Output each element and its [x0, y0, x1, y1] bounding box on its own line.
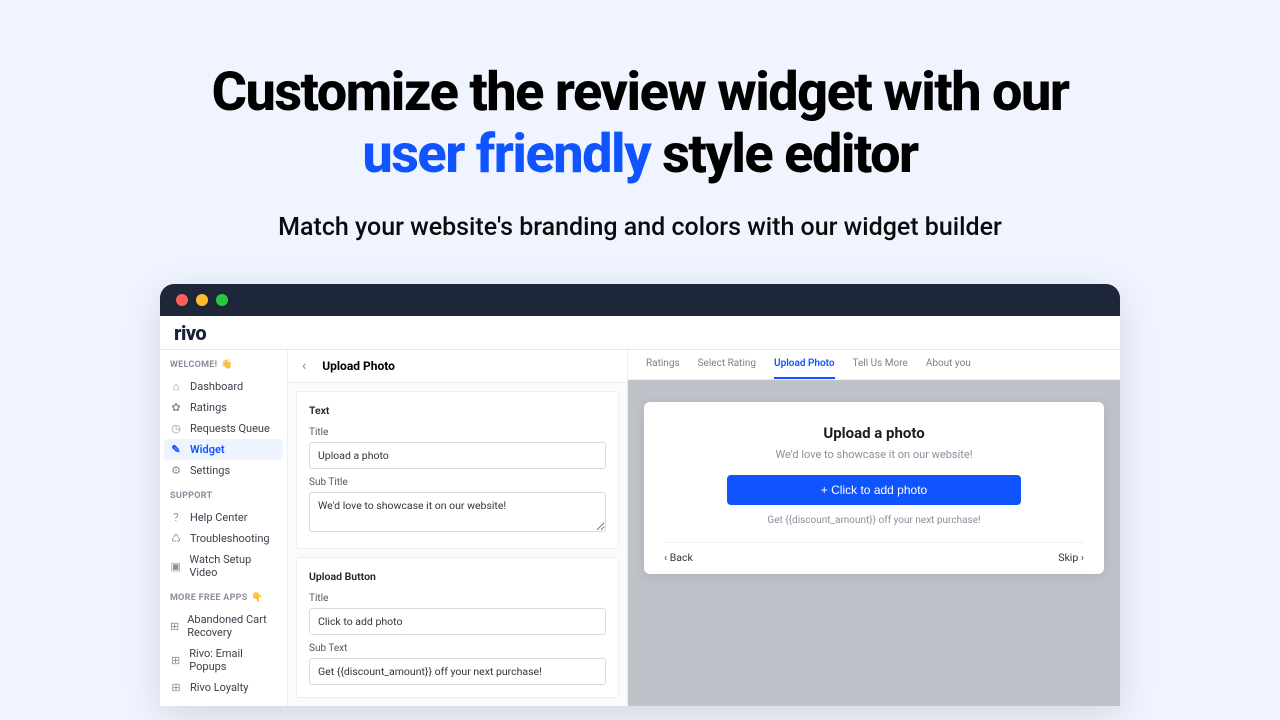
video-icon: ▣	[170, 560, 181, 573]
upload-button-card: Upload Button Title Sub Text	[296, 557, 619, 698]
gear-icon: ⚙	[170, 464, 182, 477]
tab-tell-us-more[interactable]: Tell Us More	[853, 350, 908, 379]
app-logo: rivo	[174, 321, 206, 345]
tab-select-rating[interactable]: Select Rating	[698, 350, 756, 379]
sidebar-section-welcome: WELCOME!👋	[160, 350, 287, 376]
hero-title-post: style editor	[662, 123, 918, 186]
pointer-icon: 👇	[252, 593, 264, 603]
title-field-label: Title	[309, 427, 606, 438]
tab-ratings[interactable]: Ratings	[646, 350, 680, 379]
button-title-input[interactable]	[309, 608, 606, 635]
button-subtext-field-label: Sub Text	[309, 643, 606, 654]
close-dot-icon[interactable]	[176, 294, 188, 306]
sidebar-item-ratings[interactable]: ✿Ratings	[160, 397, 287, 418]
app-window: rivo WELCOME!👋 ⌂Dashboard ✿Ratings ◷Requ…	[160, 284, 1120, 706]
hero-section: Customize the review widget with our use…	[0, 0, 1280, 242]
preview-pane: Ratings Select Rating Upload Photo Tell …	[628, 350, 1120, 706]
sidebar-item-requests-queue[interactable]: ◷Requests Queue	[160, 418, 287, 439]
editor-pane: ‹ Upload Photo Text Title Sub Title We'd…	[288, 350, 628, 706]
sidebar-item-dashboard[interactable]: ⌂Dashboard	[160, 376, 287, 397]
maximize-dot-icon[interactable]	[216, 294, 228, 306]
preview-modal-hint: Get {{discount_amount}} off your next pu…	[664, 515, 1084, 526]
preview-body: Upload a photo We'd love to showcase it …	[628, 380, 1120, 574]
hero-title: Customize the review widget with our use…	[0, 62, 1280, 185]
modal-skip-link[interactable]: Skip ›	[1058, 551, 1084, 564]
sidebar-item-help-center[interactable]: ?Help Center	[160, 507, 287, 528]
minimize-dot-icon[interactable]	[196, 294, 208, 306]
sidebar: WELCOME!👋 ⌂Dashboard ✿Ratings ◷Requests …	[160, 350, 288, 706]
sidebar-item-widget[interactable]: ✎Widget	[164, 439, 283, 460]
hero-subtitle: Match your website's branding and colors…	[0, 213, 1280, 242]
add-photo-button[interactable]: + Click to add photo	[727, 475, 1021, 505]
app-icon: ⊞	[170, 654, 181, 667]
clock-icon: ◷	[170, 422, 182, 435]
app-topbar: rivo	[160, 316, 1120, 350]
tab-about-you[interactable]: About you	[926, 350, 971, 379]
home-icon: ⌂	[170, 380, 182, 393]
button-subtext-input[interactable]	[309, 658, 606, 685]
megaphone-icon: ✿	[170, 401, 182, 414]
upload-button-section-label: Upload Button	[309, 570, 606, 583]
app-icon: ⊞	[170, 681, 182, 694]
sidebar-item-watch-setup-video[interactable]: ▣Watch Setup Video	[160, 549, 287, 583]
text-section-label: Text	[309, 404, 606, 417]
preview-modal: Upload a photo We'd love to showcase it …	[644, 402, 1104, 574]
preview-modal-subtitle: We'd love to showcase it on our website!	[664, 448, 1084, 461]
button-title-field-label: Title	[309, 593, 606, 604]
editor-header: ‹ Upload Photo	[288, 350, 627, 383]
preview-modal-title: Upload a photo	[664, 424, 1084, 442]
back-chevron-icon[interactable]: ‹	[302, 358, 306, 374]
preview-modal-footer: ‹ Back Skip ›	[664, 542, 1084, 574]
app-body: WELCOME!👋 ⌂Dashboard ✿Ratings ◷Requests …	[160, 350, 1120, 706]
window-titlebar	[160, 284, 1120, 316]
text-section-card: Text Title Sub Title We'd love to showca…	[296, 391, 619, 549]
sidebar-item-email-popups[interactable]: ⊞Rivo: Email Popups	[160, 643, 287, 677]
hero-title-accent: user friendly	[362, 123, 650, 186]
pencil-icon: ✎	[170, 443, 182, 456]
app-icon: ⊞	[170, 620, 179, 633]
subtitle-field-label: Sub Title	[309, 477, 606, 488]
help-icon: ?	[170, 511, 182, 524]
troubleshoot-icon: ♺	[170, 532, 182, 545]
sidebar-item-troubleshooting[interactable]: ♺Troubleshooting	[160, 528, 287, 549]
sidebar-item-abandoned-cart[interactable]: ⊞Abandoned Cart Recovery	[160, 609, 287, 643]
editor-page-title: Upload Photo	[322, 359, 395, 373]
preview-tabs: Ratings Select Rating Upload Photo Tell …	[628, 350, 1120, 380]
wave-icon: 👋	[221, 360, 233, 370]
title-input[interactable]	[309, 442, 606, 469]
tab-upload-photo[interactable]: Upload Photo	[774, 350, 835, 379]
sidebar-item-settings[interactable]: ⚙Settings	[160, 460, 287, 481]
sidebar-section-more-apps: MORE FREE APPS👇	[160, 583, 287, 609]
modal-back-link[interactable]: ‹ Back	[664, 551, 693, 564]
hero-title-pre: Customize the review widget with our	[212, 61, 1069, 124]
sidebar-section-support: SUPPORT	[160, 481, 287, 507]
subtitle-textarea[interactable]: We'd love to showcase it on our website!	[309, 492, 606, 532]
sidebar-item-rivo-loyalty[interactable]: ⊞Rivo Loyalty	[160, 677, 287, 698]
